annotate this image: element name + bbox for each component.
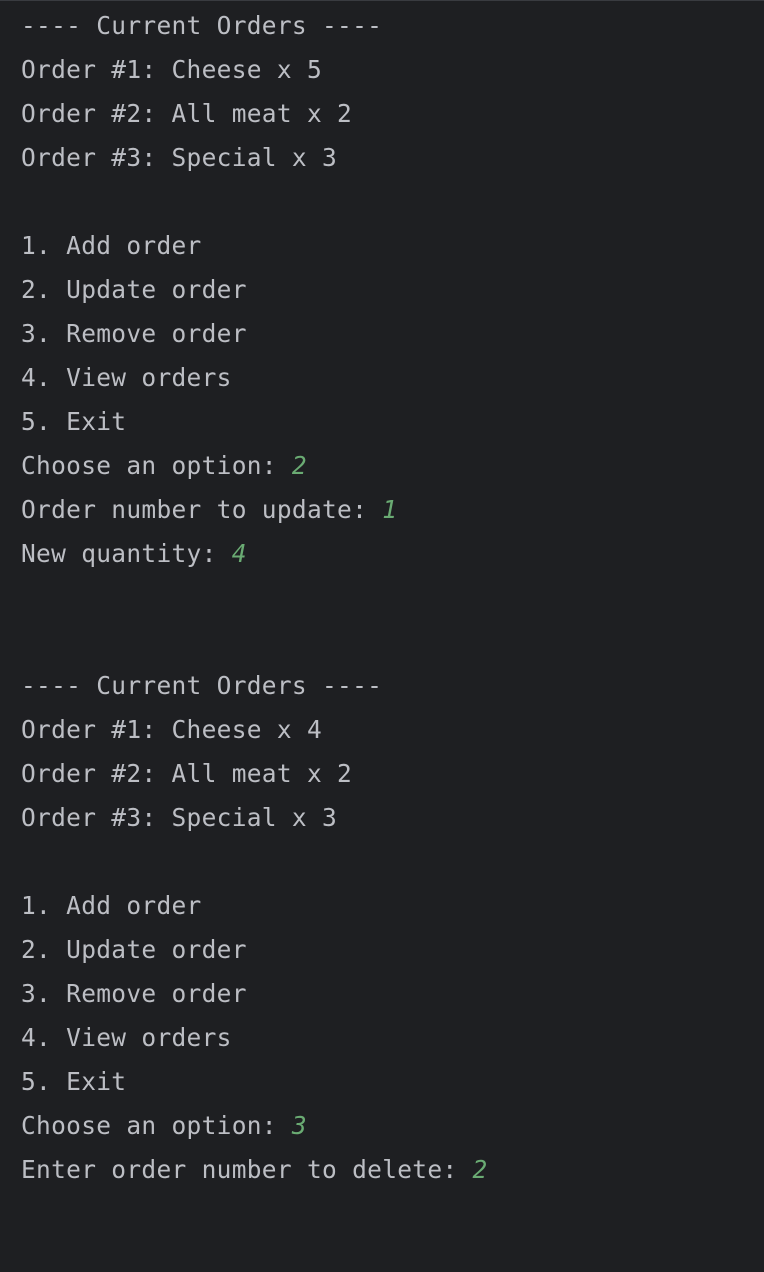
user-input: 3 [291,1111,307,1140]
order-line: Order #2: All meat x 2 [21,759,353,788]
user-input: 2 [291,451,307,480]
menu-item-view: 4. View orders [21,1023,232,1052]
menu-item-update: 2. Update order [21,275,247,304]
menu-item-update: 2. Update order [21,935,247,964]
user-input: 4 [231,539,247,568]
menu-item-exit: 5. Exit [21,1067,127,1096]
menu-item-view: 4. View orders [21,363,232,392]
prompt-new-quantity: New quantity: 4 [21,532,764,576]
prompt-choose-option: Choose an option: 3 [21,1104,764,1148]
menu-item-add: 1. Add order [21,231,202,260]
menu-item-exit: 5. Exit [21,407,127,436]
console-output[interactable]: ---- Current Orders ---- Order #1: Chees… [0,0,764,1272]
user-input: 2 [472,1155,488,1184]
prompt-label: Order number to update: [21,495,383,524]
prompt-choose-option: Choose an option: 2 [21,444,764,488]
prompt-label: Enter order number to delete: [21,1155,473,1184]
prompt-label: Choose an option: [21,1111,292,1140]
order-line: Order #1: Cheese x 4 [21,715,323,744]
orders-header: ---- Current Orders ---- [21,11,383,40]
prompt-delete-order: Enter order number to delete: 2 [21,1148,764,1192]
order-line: Order #2: All meat x 2 [21,99,353,128]
user-input: 1 [382,495,398,524]
prompt-label: New quantity: [21,539,232,568]
order-line: Order #3: Special x 3 [21,803,338,832]
menu-item-remove: 3. Remove order [21,319,247,348]
prompt-order-number: Order number to update: 1 [21,488,764,532]
prompt-label: Choose an option: [21,451,292,480]
order-line: Order #3: Special x 3 [21,143,338,172]
menu-item-remove: 3. Remove order [21,979,247,1008]
order-line: Order #1: Cheese x 5 [21,55,323,84]
menu-item-add: 1. Add order [21,891,202,920]
orders-header: ---- Current Orders ---- [21,671,383,700]
